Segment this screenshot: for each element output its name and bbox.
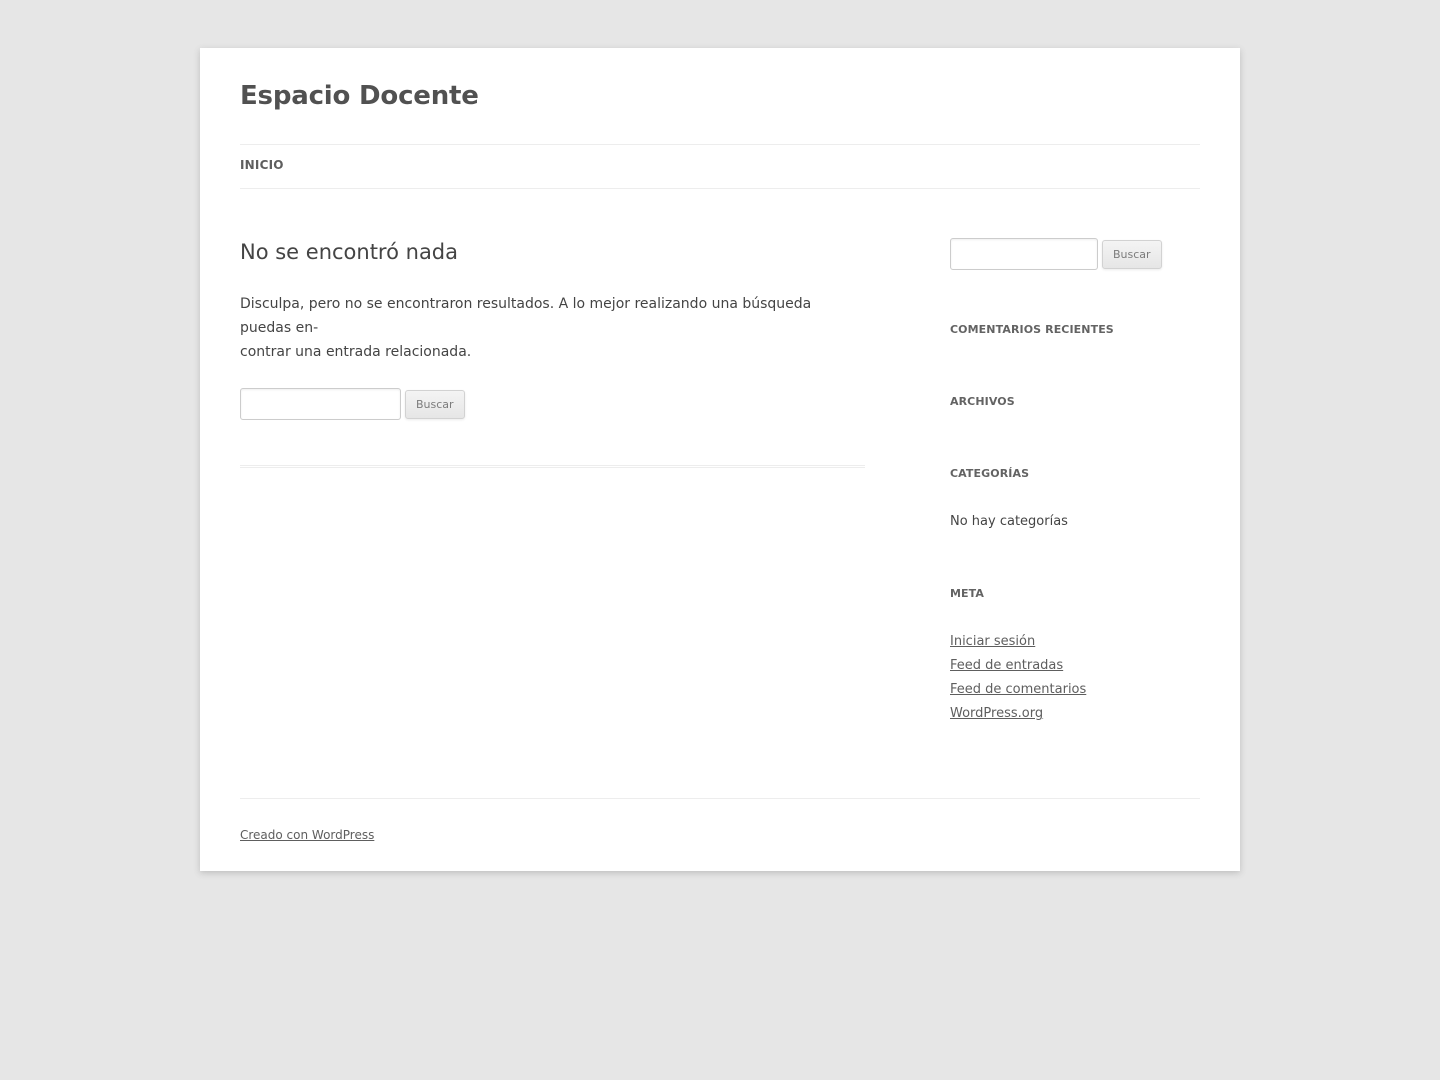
nav-item-inicio[interactable]: Inicio: [240, 158, 284, 172]
meta-links-list: Iniciar sesión Feed de entradas Feed de …: [950, 630, 1200, 726]
widget-title-meta: Meta: [950, 587, 985, 600]
meta-link-login[interactable]: Iniciar sesión: [950, 634, 1035, 649]
categories-empty-text: No hay categorías: [950, 514, 1068, 529]
sidebar-search-input[interactable]: [950, 238, 1098, 270]
meta-link-comments-feed[interactable]: Feed de comentarios: [950, 682, 1086, 697]
not-found-message: Disculpa, pero no se encontraron resulta…: [240, 292, 865, 364]
list-item: Feed de entradas: [950, 654, 1200, 678]
content-divider: [240, 465, 865, 468]
widget-categories: Categorías No hay categorías: [950, 462, 1200, 534]
content-search-button[interactable]: Buscar: [405, 390, 465, 419]
list-item: WordPress.org: [950, 702, 1200, 726]
not-found-message-line-2: contrar una entrada relacionada.: [240, 344, 472, 360]
widget-title-archives: Archivos: [950, 395, 1015, 408]
widget-meta: Meta Iniciar sesión Feed de entradas Fee…: [950, 582, 1200, 726]
site-title[interactable]: Espacio Docente: [240, 78, 479, 114]
widget-title-recent-comments: Comentarios recientes: [950, 323, 1114, 336]
content-search-form: Buscar: [240, 388, 865, 422]
widget-recent-comments: Comentarios recientes: [950, 318, 1200, 342]
meta-link-wordpress-org[interactable]: WordPress.org: [950, 706, 1043, 721]
widget-archives: Archivos: [950, 390, 1200, 414]
not-found-message-line-1: Disculpa, pero no se encontraron resulta…: [240, 296, 812, 336]
sidebar: Buscar Comentarios recientes Archivos Ca…: [950, 238, 1200, 721]
sidebar-search-form: Buscar: [950, 238, 1200, 272]
site-footer: Creado con WordPress: [240, 798, 1200, 844]
list-item: Feed de comentarios: [950, 678, 1200, 702]
main-content: No se encontró nada Disculpa, pero no se…: [240, 238, 865, 468]
list-item: Iniciar sesión: [950, 630, 1200, 654]
sidebar-search-button[interactable]: Buscar: [1102, 240, 1162, 269]
page-container: Espacio Docente Inicio No se encontró na…: [200, 48, 1240, 871]
page-title: No se encontró nada: [240, 240, 459, 264]
content-search-input[interactable]: [240, 388, 401, 420]
main-navigation: Inicio: [240, 144, 1200, 189]
meta-link-entries-feed[interactable]: Feed de entradas: [950, 658, 1063, 673]
widget-title-categories: Categorías: [950, 467, 1030, 480]
footer-credit-link[interactable]: Creado con WordPress: [240, 828, 374, 842]
